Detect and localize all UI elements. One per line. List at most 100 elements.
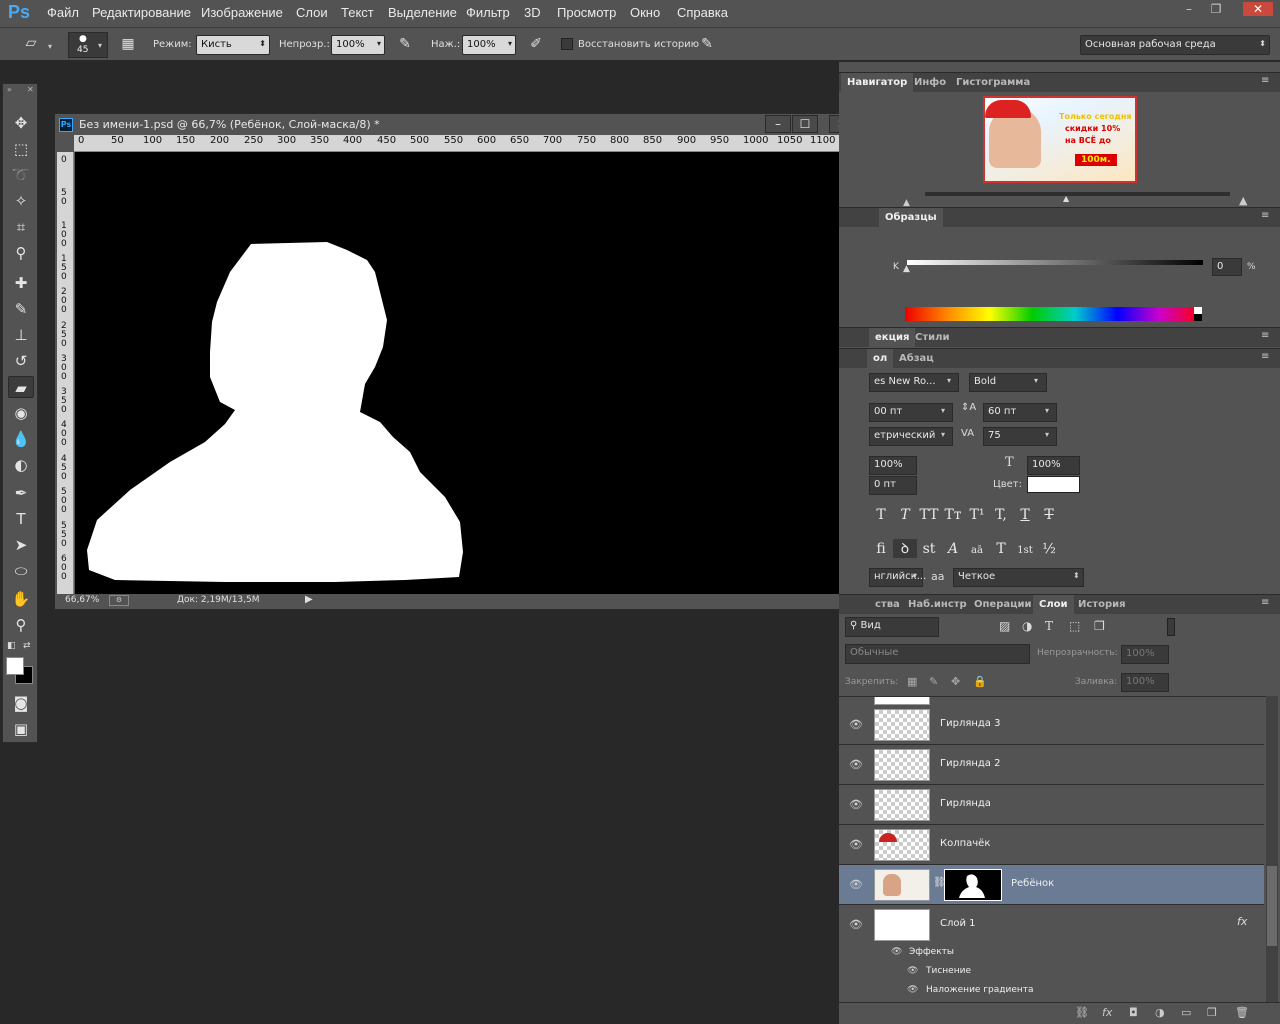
- chevron-down-icon[interactable]: ▾: [947, 376, 951, 385]
- stamp-tool-icon[interactable]: ⊥: [8, 324, 34, 346]
- layer-row[interactable]: 👁 Гирлянда: [839, 785, 1264, 825]
- lock-pixels-icon[interactable]: ✎: [929, 675, 938, 688]
- eraser-tool-icon[interactable]: ▰: [8, 376, 34, 398]
- contextual-alt-button[interactable]: T: [989, 541, 1013, 557]
- layer-row[interactable]: 👁 Слой 1 fx 👁 Эффекты 👁 Тиснение 👁 Налож…: [839, 905, 1264, 1002]
- chevron-down-icon[interactable]: ▾: [48, 42, 52, 51]
- add-mask-icon[interactable]: ◘: [1129, 1006, 1138, 1019]
- ellipse-tool-icon[interactable]: ⬭: [8, 560, 34, 582]
- workspace-select[interactable]: Основная рабочая среда ⬍: [1080, 35, 1270, 55]
- mode-select[interactable]: Кисть ⬍: [196, 35, 270, 55]
- effect-item[interactable]: Наложение градиента: [926, 985, 1034, 995]
- lock-transparent-icon[interactable]: ▦: [907, 675, 917, 688]
- tab-history[interactable]: История: [1072, 595, 1132, 615]
- menu-help[interactable]: Справка: [677, 5, 728, 20]
- marquee-tool-icon[interactable]: ⬚: [8, 138, 34, 160]
- delete-layer-icon[interactable]: 🗑: [1235, 1006, 1249, 1019]
- healing-brush-tool-icon[interactable]: ✚: [8, 272, 34, 294]
- hand-tool-icon[interactable]: ✋: [8, 588, 34, 610]
- vertical-ruler[interactable]: 0 50 100 150 200 250 300 350 400 450 500…: [57, 152, 74, 594]
- visibility-eye-icon[interactable]: 👁: [849, 758, 863, 771]
- menu-window[interactable]: Окно: [630, 5, 660, 20]
- faux-bold-button[interactable]: T: [869, 507, 893, 523]
- all-caps-button[interactable]: TT: [917, 507, 941, 523]
- filter-adjustment-icon[interactable]: ◑: [1022, 619, 1032, 633]
- add-style-icon[interactable]: fx: [1102, 1006, 1112, 1019]
- underline-button[interactable]: T: [1013, 507, 1037, 523]
- brush-preset-picker[interactable]: ● 45 ▾: [68, 32, 108, 58]
- menu-type[interactable]: Текст: [341, 5, 374, 20]
- opacity-input[interactable]: 100% ▾: [331, 35, 385, 55]
- menu-3d[interactable]: 3D: [524, 5, 541, 20]
- navigator-preview[interactable]: Только сегодня скидки 10% на ВСЁ до 100м…: [983, 96, 1137, 183]
- zoom-tool-icon[interactable]: ⚲: [8, 614, 34, 636]
- k-value-input[interactable]: 0: [1212, 258, 1242, 276]
- pressure-opacity-icon[interactable]: ✎: [395, 36, 415, 52]
- crop-tool-icon[interactable]: ⌗: [8, 216, 34, 238]
- panel-menu-icon[interactable]: ≡: [1261, 597, 1269, 608]
- strikethrough-button[interactable]: T: [1037, 507, 1061, 523]
- layer-fill-input[interactable]: 100%: [1121, 673, 1169, 692]
- visibility-eye-icon[interactable]: 👁: [849, 718, 863, 731]
- small-caps-button[interactable]: Tт: [941, 507, 965, 523]
- panel-menu-icon[interactable]: ≡: [1261, 330, 1269, 341]
- chevron-down-icon[interactable]: ▾: [1034, 376, 1038, 385]
- horizontal-scale-input[interactable]: 100%: [1027, 456, 1080, 475]
- layer-row[interactable]: 👁 Гирлянда 3: [839, 705, 1264, 745]
- history-brush-tool-icon[interactable]: ↺: [8, 350, 34, 372]
- black-swatch[interactable]: [1194, 314, 1202, 321]
- tab-paragraph[interactable]: Абзац: [893, 349, 940, 369]
- panel-menu-icon[interactable]: ≡: [1261, 351, 1269, 362]
- fractions-button[interactable]: ½: [1037, 541, 1061, 557]
- type-tool-icon[interactable]: T: [8, 508, 34, 530]
- doc-minimize-button[interactable]: –: [765, 115, 791, 133]
- menu-select[interactable]: Выделение: [388, 5, 457, 20]
- baseline-shift-input[interactable]: 0 пт: [869, 476, 917, 495]
- tab-layers[interactable]: Слои: [1033, 595, 1074, 615]
- updown-icon[interactable]: ⬍: [1073, 571, 1080, 580]
- default-colors-icon[interactable]: ◧: [7, 641, 16, 651]
- canvas-layer-mask[interactable]: [75, 152, 853, 594]
- effect-item[interactable]: Тиснение: [926, 966, 971, 976]
- font-family-select[interactable]: es New Ro...: [869, 373, 959, 392]
- ordinals-button[interactable]: 1st: [1013, 545, 1037, 556]
- chevron-down-icon[interactable]: ▾: [913, 571, 917, 580]
- antialias-select[interactable]: Четкое: [953, 568, 1084, 587]
- superscript-button[interactable]: T¹: [965, 507, 989, 523]
- move-tool-icon[interactable]: ✥: [8, 112, 34, 134]
- filter-type-icon[interactable]: T: [1045, 619, 1053, 633]
- tab-swatches[interactable]: Образцы: [879, 208, 943, 228]
- scrollbar-thumb[interactable]: [1267, 866, 1277, 946]
- minimize-button[interactable]: –: [1178, 2, 1200, 16]
- vertical-scale-input[interactable]: 100%: [869, 456, 917, 475]
- swash-button[interactable]: A: [941, 541, 965, 557]
- pressure-size-icon[interactable]: ✎: [697, 36, 717, 52]
- menu-view[interactable]: Просмотр: [557, 5, 616, 20]
- panel-menu-icon[interactable]: ≡: [1261, 210, 1269, 221]
- swap-colors-icon[interactable]: ⇄: [23, 641, 31, 651]
- panel-menu-icon[interactable]: ≡: [1261, 75, 1269, 86]
- zoom-level[interactable]: 66,67%: [65, 595, 99, 605]
- brush-panel-icon[interactable]: ▦: [118, 36, 138, 52]
- tab-navigator[interactable]: Навигатор: [841, 73, 914, 93]
- status-icon[interactable]: ⚙: [109, 595, 129, 606]
- play-icon[interactable]: ▶: [305, 594, 313, 605]
- lock-all-icon[interactable]: 🔒: [973, 675, 987, 688]
- white-swatch[interactable]: [1194, 307, 1202, 314]
- restore-history-checkbox[interactable]: [561, 38, 573, 50]
- link-layers-icon[interactable]: ⛓: [1075, 1006, 1089, 1019]
- filter-smart-object-icon[interactable]: ❐: [1094, 619, 1105, 633]
- layer-opacity-input[interactable]: 100%: [1121, 645, 1169, 664]
- menu-layers[interactable]: Слои: [296, 5, 328, 20]
- collapse-icon[interactable]: »: [7, 85, 12, 94]
- screen-mode-icon[interactable]: ▣: [8, 718, 34, 740]
- layer-row[interactable]: 👁 Колпачёк: [839, 825, 1264, 865]
- airbrush-icon[interactable]: ✐: [526, 36, 546, 52]
- visibility-eye-icon[interactable]: 👁: [849, 878, 863, 891]
- dodge-tool-icon[interactable]: ◐: [8, 454, 34, 476]
- zoom-in-icon[interactable]: ▲: [1239, 194, 1247, 207]
- k-slider[interactable]: [907, 260, 1203, 265]
- tab-actions[interactable]: Операции: [968, 595, 1038, 615]
- layers-scrollbar[interactable]: [1266, 696, 1278, 1002]
- faux-italic-button[interactable]: T: [893, 507, 917, 523]
